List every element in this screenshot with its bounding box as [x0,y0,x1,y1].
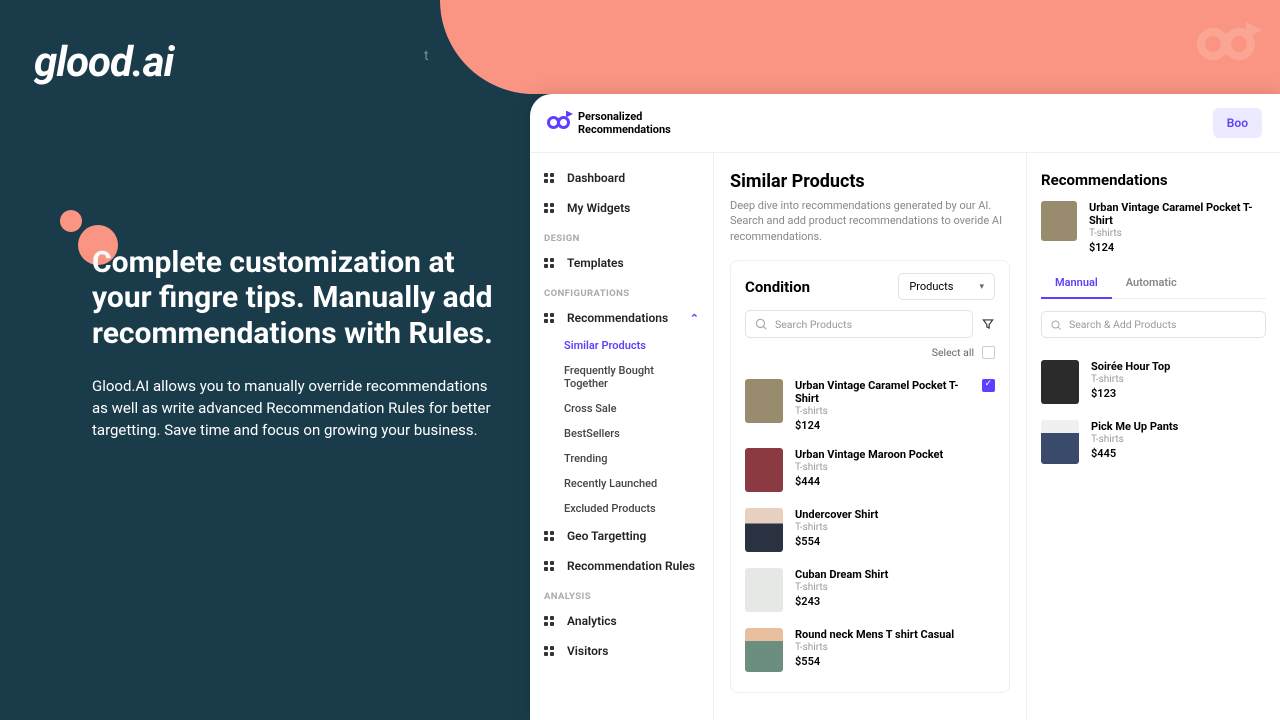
sidebar-item[interactable]: Analytics [530,606,713,636]
app-logo-icon [548,114,568,133]
sidebar-item[interactable]: Excluded Products [530,496,713,521]
grid-icon [544,202,557,215]
sidebar-item[interactable]: Templates [530,248,713,278]
nav-section-analysis: ANALYSIS [530,581,713,606]
filter-icon[interactable] [981,317,995,331]
search-icon [1050,319,1062,331]
tab[interactable]: Mannual [1041,268,1112,299]
product-thumbnail [745,508,783,552]
grid-icon [544,560,557,573]
chevron-up-icon: ⌃ [690,312,699,325]
sidebar-item[interactable]: Similar Products [530,333,713,358]
recommendations-panel: Recommendations Urban Vintage Caramel Po… [1026,153,1280,720]
body-copy: Glood.AI allows you to manually override… [92,376,492,441]
stray-char: t [424,48,429,64]
nav-recommendations[interactable]: Recommendations ⌃ [530,303,713,333]
grid-icon [544,172,557,185]
select-all-checkbox[interactable] [982,346,995,359]
condition-card: Condition Products Search Products Selec… [730,260,1010,693]
product-thumbnail [745,448,783,492]
page-description: Deep dive into recommendations generated… [730,198,1010,244]
app-window: Personalized Recommendations Boo Dashboa… [530,94,1280,720]
search-input[interactable]: Search Products [745,310,973,338]
sidebar-item[interactable]: Trending [530,446,713,471]
grid-icon [544,645,557,658]
product-thumbnail [1041,360,1079,404]
recommendations-title: Recommendations [1041,171,1266,189]
product-row[interactable]: Cuban Dream ShirtT-shirts$243 [745,560,995,620]
sidebar: DashboardMy Widgets DESIGN Templates CON… [530,153,714,720]
sidebar-item[interactable]: Recommendation Rules [530,551,713,581]
sidebar-item[interactable]: Recently Launched [530,471,713,496]
rec-search-input[interactable]: Search & Add Products [1041,311,1266,338]
brand-logo: glood.ai [34,38,173,87]
nav-section-design: DESIGN [530,223,713,248]
search-icon [754,317,768,331]
product-row[interactable]: Urban Vintage Maroon PocketT-shirts$444 [745,440,995,500]
app-title: Personalized Recommendations [578,110,671,136]
product-row[interactable]: Urban Vintage Caramel Pocket T-ShirtT-sh… [745,371,995,440]
product-thumbnail [745,568,783,612]
sidebar-item[interactable]: Frequently Bought Together [530,358,713,396]
grid-icon [544,312,557,325]
product-thumbnail [1041,201,1077,241]
product-checkbox[interactable] [982,379,995,392]
sidebar-item[interactable]: BestSellers [530,421,713,446]
page-title: Similar Products [730,171,1010,192]
grid-icon [544,257,557,270]
brand-mark-icon [1200,28,1252,64]
peach-background [440,0,1280,94]
product-thumbnail [1041,420,1079,464]
product-thumbnail [745,628,783,672]
recommendation-item[interactable]: Pick Me Up PantsT-shirts$445 [1041,412,1266,472]
condition-select[interactable]: Products [898,273,995,300]
sidebar-item[interactable]: Dashboard [530,163,713,193]
product-row[interactable]: Round neck Mens T shirt CasualT-shirts$5… [745,620,995,680]
tab[interactable]: Automatic [1112,268,1191,298]
cta-button[interactable]: Boo [1213,108,1262,138]
decorative-dot-small [60,210,82,232]
app-header: Personalized Recommendations Boo [530,94,1280,153]
select-all[interactable]: Select all [745,346,995,359]
condition-title: Condition [745,278,810,296]
sidebar-item[interactable]: Cross Sale [530,396,713,421]
headline: Complete customization at your fingre ti… [92,245,512,351]
sidebar-item[interactable]: Geo Targetting [530,521,713,551]
nav-section-config: CONFIGURATIONS [530,278,713,303]
sidebar-item[interactable]: Visitors [530,636,713,666]
sidebar-item[interactable]: My Widgets [530,193,713,223]
product-row[interactable]: Undercover ShirtT-shirts$554 [745,500,995,560]
selected-product: Urban Vintage Caramel Pocket T-Shirt T-s… [1041,201,1266,254]
recommendation-item[interactable]: Soirée Hour TopT-shirts$123 [1041,352,1266,412]
grid-icon [544,530,557,543]
product-thumbnail [745,379,783,423]
grid-icon [544,615,557,628]
